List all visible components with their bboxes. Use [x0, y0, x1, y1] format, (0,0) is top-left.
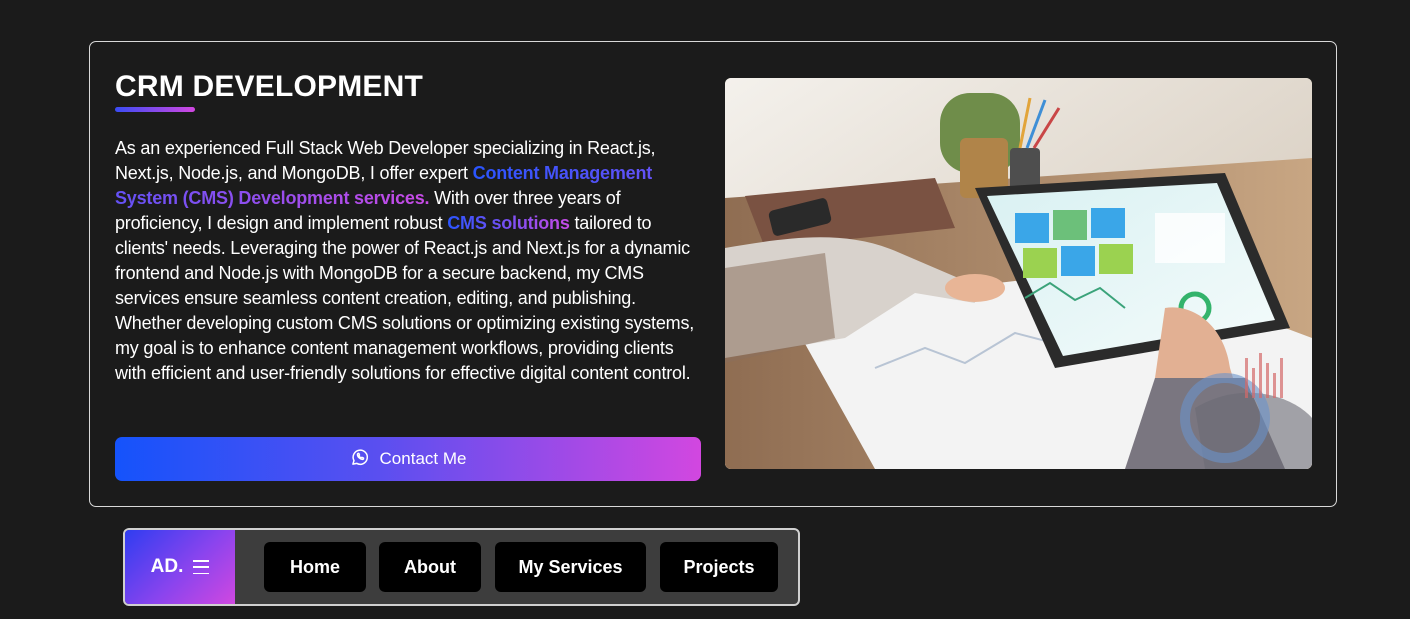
- brand-logo: AD.: [150, 556, 184, 577]
- contact-me-button[interactable]: Contact Me: [115, 437, 701, 481]
- whatsapp-icon: [350, 447, 370, 472]
- title-underline: [115, 107, 195, 112]
- service-description: As an experienced Full Stack Web Develop…: [115, 136, 705, 386]
- contact-me-label: Contact Me: [379, 449, 467, 468]
- nav-item-home[interactable]: Home: [264, 542, 366, 592]
- nav-item-about[interactable]: About: [379, 542, 481, 592]
- service-card: CRM DEVELOPMENT As an experienced Full S…: [89, 41, 1337, 507]
- nav-item-projects[interactable]: Projects: [660, 542, 778, 592]
- description-text-3: tailored to clients' needs. Leveraging t…: [115, 213, 695, 383]
- description-highlight-cms-solutions: CMS solutions: [447, 213, 570, 233]
- service-image: [725, 78, 1312, 469]
- section-title: CRM DEVELOPMENT: [115, 70, 424, 103]
- hamburger-icon[interactable]: [193, 560, 210, 574]
- bottom-navbar: AD. Home About My Services Projects: [123, 528, 800, 606]
- nav-item-my-services[interactable]: My Services: [495, 542, 646, 592]
- brand-menu-toggle[interactable]: AD.: [125, 530, 235, 604]
